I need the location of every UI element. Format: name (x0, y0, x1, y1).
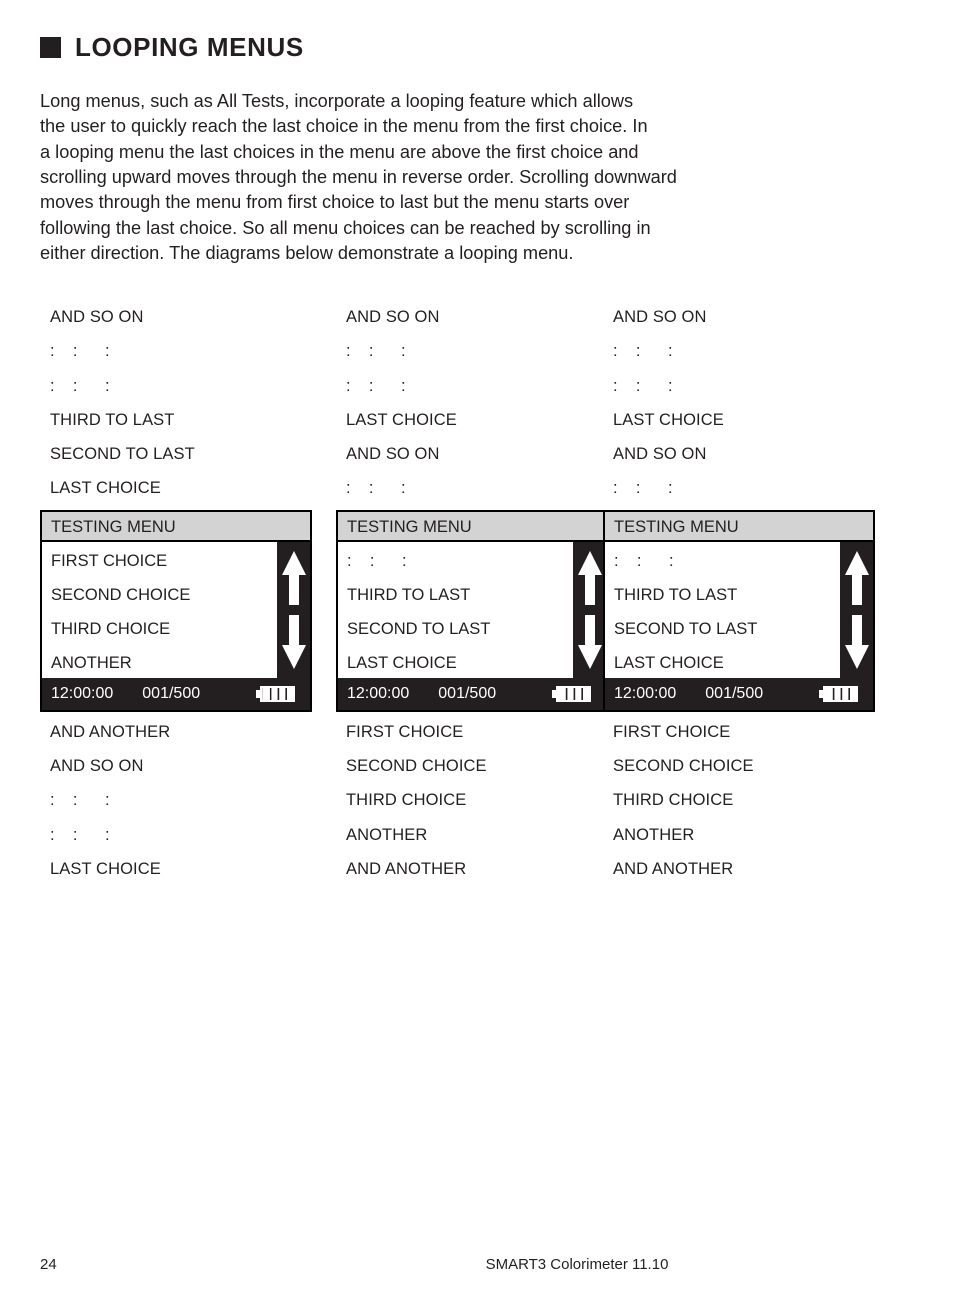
status-time: 12:00:00 (51, 684, 114, 702)
menu-item[interactable]: LAST CHOICE (614, 646, 840, 680)
screen-title: TESTING MENU (605, 511, 873, 542)
menu-line: SECOND CHOICE (613, 757, 754, 776)
menu-item[interactable]: SECOND CHOICE (51, 578, 277, 612)
status-bar: 12:00:00 001/500 (605, 677, 873, 710)
menu-line: LAST CHOICE (50, 479, 161, 498)
menu-line: FIRST CHOICE (613, 722, 731, 741)
menu-line: : : : (346, 376, 406, 395)
menu-line: LAST CHOICE (613, 410, 724, 429)
diagram-column-2: AND SO ON : : : : : : LAST CHOICE AND SO… (336, 300, 636, 886)
menu-line: : : : (613, 342, 673, 361)
menu-line: : : : (50, 342, 110, 361)
menu-line: AND SO ON (613, 308, 707, 326)
document-title: SMART3 Colorimeter 11.10 (485, 1256, 669, 1273)
menu-lines-below: FIRST CHOICE SECOND CHOICE THIRD CHOICE … (336, 715, 636, 886)
status-time: 12:00:00 (614, 684, 677, 702)
status-count: 001/500 (142, 684, 201, 702)
diagram-column-3: AND SO ON : : : : : : LAST CHOICE AND SO… (603, 300, 903, 886)
menu-lines-above: AND SO ON : : : : : : LAST CHOICE AND SO… (336, 300, 636, 506)
scroll-indicator-strip (840, 541, 873, 678)
intro-paragraph: Long menus, such as All Tests, incorpora… (40, 91, 677, 263)
page-title-text: LOOPING MENUS (75, 32, 304, 62)
menu-line: AND SO ON (613, 445, 707, 464)
menu-line: ANOTHER (346, 825, 428, 844)
menu-lines-below: AND ANOTHER AND SO ON : : : : : : LAST C… (40, 715, 340, 886)
screen-title: TESTING MENU (42, 511, 310, 542)
menu-line: THIRD TO LAST (50, 410, 175, 429)
menu-line: : : : (613, 376, 673, 395)
menu-line: AND SO ON (50, 308, 144, 326)
device-screen: TESTING MENU : : : THIRD TO LAST SECOND … (336, 509, 608, 712)
screen-body: FIRST CHOICE SECOND CHOICE THIRD CHOICE … (42, 541, 310, 678)
menu-line: : : : (346, 342, 406, 361)
menu-line: LAST CHOICE (50, 859, 161, 878)
diagram-column-1: AND SO ON : : : : : : THIRD TO LAST SECO… (40, 300, 340, 886)
menu-line: THIRD CHOICE (346, 791, 467, 810)
square-bullet-icon (40, 36, 61, 58)
battery-full-icon (819, 685, 859, 703)
menu-line: AND ANOTHER (346, 859, 467, 878)
scroll-arrows (577, 550, 602, 669)
menu-item[interactable]: SECOND TO LAST (347, 612, 573, 646)
menu-line: FIRST CHOICE (346, 722, 464, 741)
menu-item[interactable]: FIRST CHOICE (51, 544, 277, 578)
screen-menu-list: : : : THIRD TO LAST SECOND TO LAST LAST … (338, 542, 573, 678)
scroll-arrows (844, 550, 869, 669)
menu-item[interactable]: : : : (614, 544, 840, 578)
menu-line: SECOND CHOICE (346, 757, 487, 776)
menu-line: AND ANOTHER (613, 859, 734, 878)
menu-item[interactable]: LAST CHOICE (347, 646, 573, 680)
screen-menu-list: : : : THIRD TO LAST SECOND TO LAST LAST … (605, 542, 840, 678)
status-bar: 12:00:00 001/500 (42, 677, 310, 710)
menu-lines-above: AND SO ON : : : : : : LAST CHOICE AND SO… (603, 300, 903, 506)
menu-lines-above: AND SO ON : : : : : : THIRD TO LAST SECO… (40, 300, 340, 506)
device-screen: TESTING MENU : : : THIRD TO LAST SECOND … (603, 509, 875, 712)
menu-item[interactable]: THIRD CHOICE (51, 612, 277, 646)
device-screen: TESTING MENU FIRST CHOICE SECOND CHOICE … (40, 509, 312, 712)
menu-line: ANOTHER (613, 825, 695, 844)
menu-line: AND SO ON (346, 445, 440, 464)
menu-line: : : : (50, 791, 110, 810)
scroll-arrows (281, 550, 306, 669)
menu-line: AND SO ON (346, 308, 440, 326)
diagram-group: AND SO ON : : : : : : THIRD TO LAST SECO… (0, 300, 954, 900)
menu-line: SECOND TO LAST (50, 445, 195, 464)
menu-item[interactable]: : : : (347, 544, 573, 578)
status-bar: 12:00:00 001/500 (338, 677, 606, 710)
menu-item[interactable]: SECOND TO LAST (614, 612, 840, 646)
page-footer: 24 SMART3 Colorimeter 11.10 (0, 1256, 954, 1276)
screen-title: TESTING MENU (338, 511, 606, 542)
screen-body: : : : THIRD TO LAST SECOND TO LAST LAST … (605, 541, 873, 678)
scroll-indicator-strip (277, 541, 310, 678)
status-count: 001/500 (438, 684, 497, 702)
menu-line: : : : (613, 479, 673, 498)
menu-line: LAST CHOICE (346, 410, 457, 429)
screen-menu-list: FIRST CHOICE SECOND CHOICE THIRD CHOICE … (42, 542, 277, 678)
battery-full-icon (552, 685, 592, 703)
scroll-indicator-strip (573, 541, 606, 678)
page-title: LOOPING MENUS (40, 34, 304, 60)
menu-line: : : : (50, 376, 110, 395)
screen-body: : : : THIRD TO LAST SECOND TO LAST LAST … (338, 541, 606, 678)
menu-line: AND ANOTHER (50, 722, 171, 741)
menu-line: : : : (346, 479, 406, 498)
menu-item[interactable]: ANOTHER (51, 646, 277, 680)
menu-item[interactable]: THIRD TO LAST (614, 578, 840, 612)
menu-lines-below: FIRST CHOICE SECOND CHOICE THIRD CHOICE … (603, 715, 903, 886)
menu-line: : : : (50, 825, 110, 844)
status-time: 12:00:00 (347, 684, 410, 702)
status-count: 001/500 (705, 684, 764, 702)
menu-line: AND SO ON (50, 757, 144, 776)
menu-item[interactable]: THIRD TO LAST (347, 578, 573, 612)
battery-full-icon (256, 685, 296, 703)
menu-line: THIRD CHOICE (613, 791, 734, 810)
